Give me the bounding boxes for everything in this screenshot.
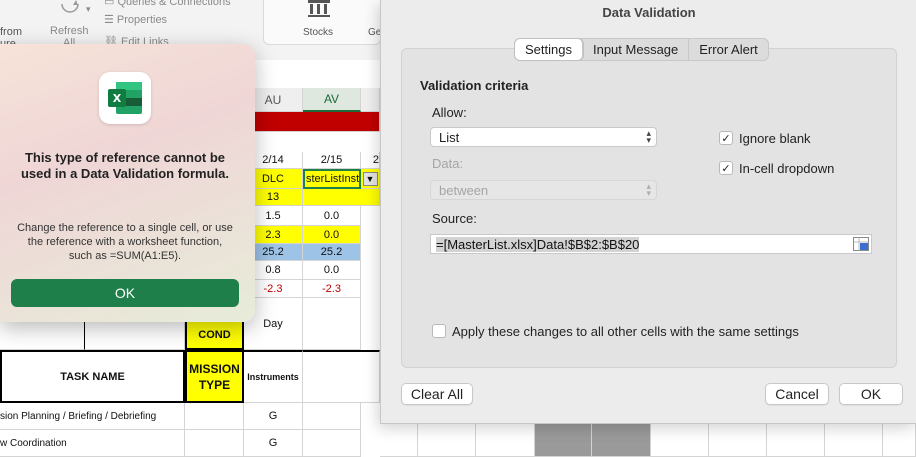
data-value: between <box>439 182 489 198</box>
queries-label: Queries & Connections <box>117 0 231 8</box>
reference-error-alert: X This type of reference cannot be used … <box>0 44 255 322</box>
updown-chevron-icon: ▴ ▾ <box>646 181 651 198</box>
cell-25-2-b[interactable]: 25.2 <box>303 244 361 261</box>
ok-button[interactable]: OK <box>839 383 903 405</box>
allow-label: Allow: <box>432 105 467 120</box>
ignore-blank-label: Ignore blank <box>739 131 811 146</box>
updown-chevron-icon: ▴ ▾ <box>646 128 651 145</box>
grid-cell[interactable] <box>767 424 825 457</box>
svg-text:X: X <box>113 92 122 105</box>
validation-criteria-heading: Validation criteria <box>420 78 529 93</box>
task-row-1-name[interactable]: sion Planning / Briefing / Debriefing <box>0 403 185 430</box>
column-header-av[interactable]: AV <box>303 88 361 112</box>
stocks-label[interactable]: Stocks <box>303 27 333 38</box>
data-label: Data: <box>432 156 464 171</box>
cell-blank-left[interactable] <box>0 322 85 350</box>
grid-cell[interactable] <box>380 424 418 457</box>
grid-cell[interactable] <box>476 424 535 457</box>
dialog-tabs: Settings Input Message Error Alert <box>514 38 769 61</box>
cell-0-0-a[interactable]: 0.0 <box>303 206 361 226</box>
properties-item[interactable]: ☰ Properties <box>104 13 167 26</box>
header-blank[interactable] <box>303 350 380 403</box>
grid-cell[interactable] <box>883 424 916 457</box>
allow-select[interactable]: List ▴ ▾ <box>430 127 657 147</box>
clear-all-button[interactable]: Clear All <box>401 383 473 405</box>
range-picker-icon[interactable] <box>853 237 869 251</box>
task-row-2-g[interactable]: G <box>244 430 303 457</box>
alert-message: Change the reference to a single cell, o… <box>17 222 233 262</box>
excel-app-icon: X <box>99 72 151 124</box>
allow-value: List <box>439 129 460 145</box>
properties-label: Properties <box>116 14 168 26</box>
settings-panel <box>401 48 897 368</box>
cell-0-0-b[interactable]: 0.0 <box>303 226 361 244</box>
cell-blank-av[interactable] <box>303 298 361 350</box>
date-cell-next[interactable]: 2 <box>361 152 380 169</box>
grid-cell[interactable] <box>825 424 883 457</box>
queries-icon: ▭ <box>104 0 118 8</box>
source-value: =[MasterList.xlsx]Data!$B$2:$B$20 <box>436 236 640 252</box>
task-row-2-av[interactable] <box>303 430 361 457</box>
grid-cell-grey[interactable] <box>535 424 592 457</box>
tab-input-message[interactable]: Input Message <box>583 39 690 60</box>
cell-yellow-empty[interactable] <box>303 189 380 206</box>
alert-title: This type of reference cannot be used in… <box>20 150 230 181</box>
column-header-next[interactable] <box>361 88 380 112</box>
queries-connections-item[interactable]: ▭ Queries & Connections <box>104 0 231 8</box>
cancel-button[interactable]: Cancel <box>765 383 829 405</box>
dialog-title: Data Validation <box>602 4 696 20</box>
data-select[interactable]: between ▴ ▾ <box>430 180 657 200</box>
properties-icon: ☰ <box>104 14 117 26</box>
grid-cell-grey[interactable] <box>592 424 651 457</box>
mission-type-header[interactable]: MISSION TYPE <box>185 350 244 403</box>
in-cell-dropdown-label: In-cell dropdown <box>739 161 835 176</box>
task-row-1-av[interactable] <box>303 403 361 430</box>
tab-settings[interactable]: Settings <box>515 39 583 60</box>
task-row-2-type[interactable] <box>185 430 244 457</box>
cell-0-0-c[interactable]: 0.0 <box>303 261 361 280</box>
grid-cell[interactable] <box>709 424 767 457</box>
task-row-1-g[interactable]: G <box>244 403 303 430</box>
task-row-2-name[interactable]: w Coordination <box>0 430 185 457</box>
apply-all-label: Apply these changes to all other cells w… <box>452 324 799 339</box>
task-name-header[interactable]: TASK NAME <box>0 350 185 403</box>
ignore-blank-checkbox[interactable]: ✓ <box>719 131 733 145</box>
source-label: Source: <box>432 211 477 226</box>
tab-error-alert[interactable]: Error Alert <box>689 39 768 60</box>
cell-cond[interactable]: COND <box>185 322 244 350</box>
in-cell-dropdown-checkbox[interactable]: ✓ <box>719 161 733 175</box>
red-header-band[interactable] <box>244 112 380 132</box>
screen: from ure ▾ Refresh All ▭ Queries & Conne… <box>0 0 916 457</box>
apply-all-checkbox[interactable] <box>432 324 446 338</box>
date-cell-av[interactable]: 2/15 <box>303 152 361 169</box>
dropdown-arrow-icon[interactable]: ▼ <box>362 171 378 186</box>
chevron-down-icon[interactable]: ▾ <box>86 4 91 15</box>
get-data-label[interactable]: from <box>0 26 22 38</box>
stocks-icon[interactable] <box>306 0 332 18</box>
instruments-header[interactable]: Instruments <box>244 350 303 403</box>
refresh-icon[interactable] <box>56 0 84 22</box>
cell-dropdown-next[interactable]: ▼ <box>361 169 380 189</box>
cell-neg-2-3-b[interactable]: -2.3 <box>303 280 361 298</box>
task-row-1-type[interactable] <box>185 403 244 430</box>
source-input[interactable]: =[MasterList.xlsx]Data!$B$2:$B$20 <box>430 234 872 254</box>
alert-ok-button[interactable]: OK <box>11 279 239 307</box>
refresh-all-label[interactable]: Refresh <box>50 25 89 37</box>
cell-blank-mid[interactable] <box>85 322 185 350</box>
selected-dropdown-cell[interactable]: sterListInst <box>303 169 361 189</box>
grid-cell[interactable] <box>651 424 709 457</box>
grid-cell[interactable] <box>418 424 476 457</box>
